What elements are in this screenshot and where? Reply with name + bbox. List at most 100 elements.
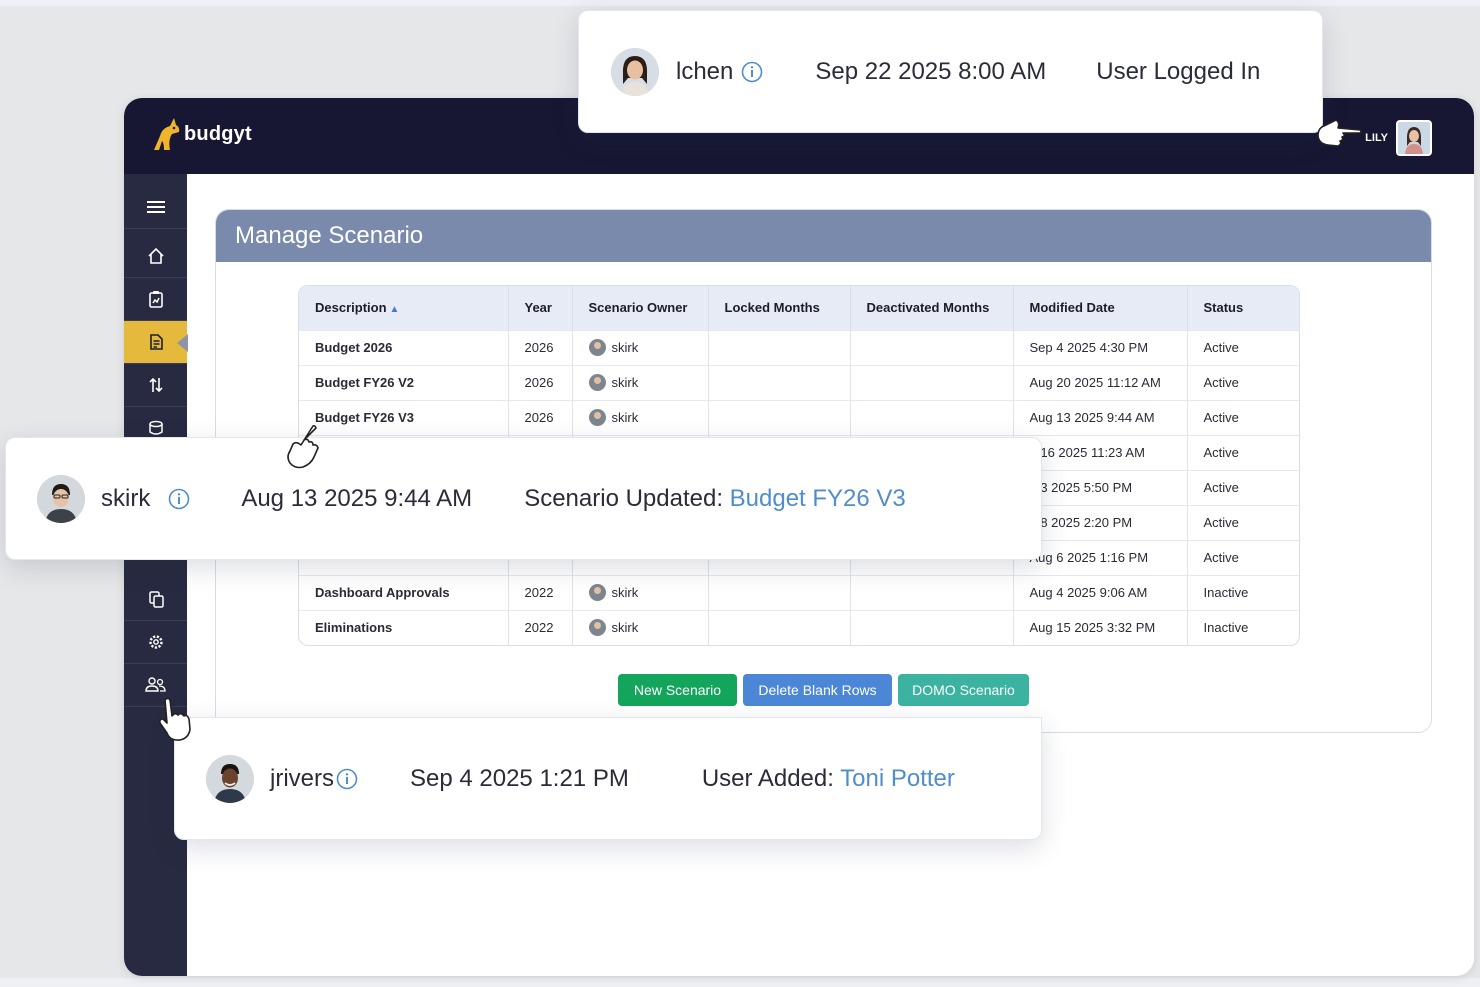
activity-timestamp: Sep 4 2025 1:21 PM [410, 765, 629, 793]
database-icon [147, 419, 165, 437]
user-name-label: LILY [1365, 132, 1388, 144]
table-row[interactable]: Dashboard Approvals2022 skirk Aug 4 2025 9… [299, 575, 1300, 610]
delete-blank-rows-button[interactable]: Delete Blank Rows [743, 674, 892, 706]
owner-name: skirk [612, 375, 639, 390]
user-avatar-icon [611, 48, 659, 96]
sidebar [124, 174, 187, 976]
column-header-status[interactable]: Status [1187, 286, 1300, 330]
cell-status: Active [1187, 435, 1300, 470]
owner-name: skirk [612, 585, 639, 600]
pointing-hand-icon [282, 424, 322, 470]
table-row[interactable]: Eliminations2022 skirk Aug 15 2025 3:32 PM… [299, 610, 1300, 645]
cell-year: 2026 [508, 330, 572, 365]
activity-event: Scenario Updated: Budget FY26 V3 [524, 485, 906, 513]
cell-locked-months [708, 610, 850, 645]
activity-user-name: skirk [101, 485, 150, 513]
cell-owner: skirk [572, 330, 708, 365]
owner-wrap: skirk [589, 584, 708, 601]
cell-year: 2022 [508, 610, 572, 645]
activity-user-name: jrivers [270, 765, 334, 793]
column-header-year[interactable]: Year [508, 286, 572, 330]
clipboard-chart-icon [147, 290, 165, 308]
avatar[interactable] [1396, 120, 1432, 156]
sidebar-item-reports[interactable] [124, 278, 187, 321]
background-strip-top [0, 0, 1480, 6]
column-header-modified-date[interactable]: Modified Date [1013, 286, 1187, 330]
avatar [589, 584, 606, 601]
cell-status: Active [1187, 505, 1300, 540]
avatar [37, 475, 85, 523]
table-row[interactable]: Budget 20262026skirkSep 4 2025 4:30 PMAc… [299, 330, 1300, 365]
cell-locked-months [708, 330, 850, 365]
info-icon[interactable] [336, 768, 358, 790]
activity-event-label: Scenario Updated: [524, 485, 729, 512]
user-avatar-icon [37, 475, 85, 523]
cell-deactivated-months [850, 610, 1013, 645]
sidebar-item-scenarios[interactable] [124, 321, 187, 364]
activity-event: User Logged In [1096, 58, 1260, 86]
info-icon[interactable] [741, 61, 763, 83]
cell-owner: skirk [572, 610, 708, 645]
column-header-description[interactable]: Description▲︎ [299, 286, 508, 330]
new-scenario-button[interactable]: New Scenario [618, 674, 737, 706]
owner-name: skirk [612, 340, 639, 355]
activity-event-target-link[interactable]: Toni Potter [840, 765, 955, 792]
column-header-deactivated-months[interactable]: Deactivated Months [850, 286, 1013, 330]
cell-description: Budget FY26 V2 [299, 365, 508, 400]
avatar [589, 374, 606, 391]
sidebar-item-home[interactable] [124, 235, 187, 278]
pointing-hand-icon [1316, 116, 1362, 150]
avatar [611, 48, 659, 96]
sidebar-item-menu[interactable] [124, 186, 187, 229]
activity-event-label: User Added: [702, 765, 840, 792]
cell-deactivated-months [850, 330, 1013, 365]
cell-deactivated-months [850, 400, 1013, 435]
cell-modified-date: Aug 13 2025 9:44 AM [1013, 400, 1187, 435]
cell-deactivated-months [850, 365, 1013, 400]
home-icon [147, 247, 165, 265]
activity-user-name: lchen [676, 58, 733, 86]
column-header-owner[interactable]: Scenario Owner [572, 286, 708, 330]
cell-status: Active [1187, 400, 1300, 435]
sidebar-item-settings[interactable] [124, 621, 187, 664]
cell-locked-months [708, 365, 850, 400]
cell-year: 2026 [508, 400, 572, 435]
cell-modified-date: Aug 20 2025 11:12 AM [1013, 365, 1187, 400]
cell-status: Active [1187, 470, 1300, 505]
column-header-label: Description [315, 300, 387, 315]
table-row[interactable]: Budget FY26 V32026skirkAug 13 2025 9:44 … [299, 400, 1300, 435]
avatar [206, 755, 254, 803]
sidebar-item-transfers[interactable] [124, 364, 187, 407]
cell-status: Active [1187, 540, 1300, 575]
cell-deactivated-months [850, 575, 1013, 610]
brand-logo[interactable]: budgyt [150, 116, 252, 152]
domo-scenario-button[interactable]: DOMO Scenario [898, 674, 1029, 706]
info-icon[interactable] [168, 488, 190, 510]
cell-locked-months [708, 400, 850, 435]
activity-timestamp: Aug 13 2025 9:44 AM [241, 485, 472, 513]
cell-year: 2022 [508, 575, 572, 610]
column-header-locked-months[interactable]: Locked Months [708, 286, 850, 330]
users-icon [145, 676, 167, 694]
activity-event-target-link[interactable]: Budget FY26 V3 [730, 485, 906, 512]
activity-event: User Added: Toni Potter [702, 765, 955, 793]
cell-modified-date: Aug 15 2025 3:32 PM [1013, 610, 1187, 645]
background-strip-bottom [0, 978, 1480, 987]
owner-name: skirk [612, 410, 639, 425]
table-row[interactable]: Budget FY26 V22026skirkAug 20 2025 11:12… [299, 365, 1300, 400]
cell-description: Eliminations [299, 610, 508, 645]
sort-icon[interactable]: ▲︎ [390, 304, 400, 315]
up-down-arrows-icon [147, 376, 165, 394]
sidebar-item-copy[interactable] [124, 578, 187, 621]
avatar [589, 339, 606, 356]
cell-status: Inactive [1187, 575, 1300, 610]
cell-description: Dashboard Approvals [299, 575, 508, 610]
gear-icon [147, 633, 165, 651]
hamburger-menu-icon [147, 200, 165, 214]
owner-wrap: skirk [589, 374, 708, 391]
cell-modified-date: Aug 4 2025 9:06 AM [1013, 575, 1187, 610]
user-menu[interactable]: LILY [1365, 120, 1432, 156]
document-icon [147, 333, 165, 351]
budgyt-logo-icon [150, 116, 182, 152]
owner-name: skirk [612, 620, 639, 635]
